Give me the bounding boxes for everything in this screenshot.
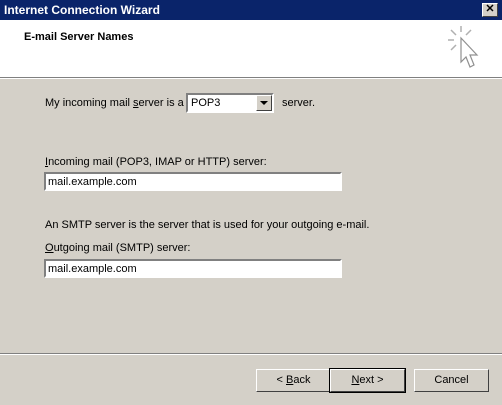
- divider: [0, 353, 502, 355]
- page-title: E-mail Server Names: [24, 31, 134, 43]
- back-button[interactable]: < Back: [256, 369, 331, 392]
- header-panel: E-mail Server Names: [0, 20, 502, 78]
- incoming-server-input[interactable]: [44, 172, 342, 191]
- incoming-server-label: Incoming mail (POP3, IMAP or HTTP) serve…: [45, 156, 267, 168]
- cancel-button[interactable]: Cancel: [414, 369, 489, 392]
- incoming-type-label: My incoming mail server is a: [45, 97, 184, 109]
- server-suffix-label: server.: [282, 97, 316, 109]
- outgoing-server-label: Outgoing mail (SMTP) server:: [45, 242, 191, 254]
- smtp-note: An SMTP server is the server that is use…: [45, 219, 370, 231]
- title-bar[interactable]: Internet Connection Wizard ✕: [0, 0, 502, 20]
- next-button[interactable]: Next >: [329, 368, 406, 393]
- chevron-down-icon[interactable]: [256, 95, 272, 111]
- incoming-server-type-select[interactable]: POP3: [186, 93, 274, 113]
- close-button[interactable]: ✕: [482, 3, 498, 17]
- window-title: Internet Connection Wizard: [4, 3, 160, 17]
- select-value: POP3: [191, 97, 221, 109]
- close-icon: ✕: [485, 3, 495, 15]
- wizard-window: Internet Connection Wizard ✕ E-mail Serv…: [0, 0, 502, 405]
- outgoing-server-input[interactable]: [44, 259, 342, 278]
- cursor-sparkle-icon: [448, 26, 479, 68]
